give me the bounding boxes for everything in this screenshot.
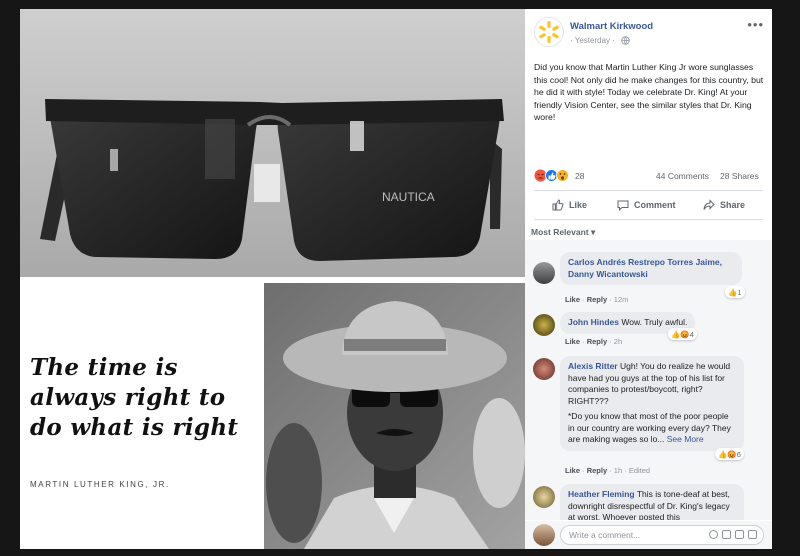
comment-meta: Like · Reply · 1h · Edited — [565, 466, 651, 475]
post-panel: Walmart Kirkwood · Yesterday · ••• Did y… — [525, 9, 772, 549]
comment-button-label: Comment — [634, 200, 676, 210]
avatar[interactable] — [533, 486, 555, 508]
comment-time[interactable]: 1h — [614, 466, 622, 475]
comment-time[interactable]: 2h — [614, 337, 622, 346]
comments-list: Carlos Andrés Restrepo Torres Jaime, Dan… — [525, 240, 772, 520]
like-reaction-icon: 👍 — [718, 449, 728, 459]
comments-count-link[interactable]: 44 Comments — [656, 171, 709, 181]
reaction-count: 28 — [575, 171, 585, 181]
angry-reaction-icon: 😡 — [727, 449, 737, 459]
post-timestamp[interactable]: · Yesterday · — [570, 36, 615, 45]
shares-count-link[interactable]: 28 Shares — [720, 171, 759, 181]
like-button-label: Like — [569, 200, 588, 210]
comment-meta: Like · Reply · 2h — [565, 337, 623, 346]
angry-reaction-icon: 😡 — [680, 329, 690, 339]
comment-button[interactable]: Comment — [617, 195, 676, 215]
comment-author-link[interactable]: Alexis Ritter — [568, 361, 618, 371]
share-button-label: Share — [720, 200, 746, 210]
post-text: Did you know that Martin Luther King Jr … — [534, 62, 764, 123]
comment-bubble-icon — [617, 200, 629, 211]
sticker-icon[interactable] — [748, 530, 757, 539]
see-more-link[interactable]: See More — [667, 434, 704, 444]
comment-text: Wow. Truly awful. — [621, 317, 688, 327]
quote-card: The time is always right to do what is r… — [20, 283, 258, 549]
page-name-link[interactable]: Walmart Kirkwood — [570, 21, 653, 32]
like-reaction-icon: 👍 — [728, 287, 738, 297]
emoji-icon[interactable] — [709, 530, 718, 539]
sunglasses-photo: NAUTICA — [20, 9, 525, 277]
comment-reaction-count: 1 — [737, 287, 742, 297]
quote-text: The time is always right to do what is r… — [30, 354, 239, 441]
reaction-icons — [534, 169, 569, 182]
comment-reply-link[interactable]: Reply — [587, 466, 607, 475]
camera-icon[interactable] — [722, 530, 731, 539]
divider — [534, 219, 763, 220]
lens-brand-text: NAUTICA — [382, 190, 435, 204]
comment-like-link[interactable]: Like — [565, 466, 580, 475]
comment-reactions[interactable]: 👍 😡 6 — [715, 448, 744, 460]
comment-sort-dropdown[interactable]: Most Relevant ▾ — [531, 227, 595, 238]
comment-like-link[interactable]: Like — [565, 295, 580, 304]
portrait-photo — [264, 283, 525, 549]
reaction-summary[interactable]: 28 44 Comments 28 Shares — [534, 169, 764, 183]
comment-edited[interactable]: Edited — [629, 466, 650, 475]
avatar[interactable] — [533, 358, 555, 380]
comment-text-continued: *Do you know that most of the poor peopl… — [568, 411, 736, 446]
comment-reaction-count: 4 — [689, 329, 694, 339]
comment-author-link[interactable]: Heather Fleming — [568, 489, 635, 499]
comment-text-2: *Do you know that most of the poor peopl… — [568, 411, 731, 444]
avatar — [533, 524, 555, 546]
comment-like-link[interactable]: Like — [565, 337, 580, 346]
comment-meta: Like · Reply · 12m — [565, 295, 629, 304]
comment-reply-link[interactable]: Reply — [587, 295, 607, 304]
thumbs-up-icon — [552, 199, 564, 211]
share-button[interactable]: Share — [703, 195, 745, 215]
post-image[interactable]: NAUTICA The time is always right to do w… — [20, 9, 525, 549]
comment-reactions[interactable]: 👍 😡 4 — [668, 328, 697, 340]
angry-reaction-icon — [534, 169, 547, 182]
like-reaction-icon: 👍 — [671, 329, 681, 339]
comment-reaction-count: 6 — [736, 449, 741, 459]
avatar[interactable] — [533, 262, 555, 284]
comment-author-link[interactable]: John Hindes — [568, 317, 619, 327]
post-header: Walmart Kirkwood · Yesterday · ••• — [525, 9, 772, 54]
share-arrow-icon — [703, 199, 715, 210]
comment-author-link[interactable]: Carlos Andrés Restrepo Torres — [568, 257, 693, 267]
more-options-icon[interactable]: ••• — [747, 17, 764, 32]
comment-bubble: Heather Fleming This is tone-deaf at bes… — [560, 484, 744, 520]
comment-composer: Write a comment... — [525, 521, 772, 549]
comment-sort-label: Most Relevant — [531, 227, 589, 237]
globe-icon — [621, 36, 630, 45]
like-button[interactable]: Like — [552, 195, 587, 215]
divider — [534, 190, 763, 191]
gif-icon[interactable] — [735, 530, 744, 539]
walmart-logo-icon[interactable] — [534, 17, 564, 47]
comment-reply-link[interactable]: Reply — [587, 337, 607, 346]
write-comment-placeholder: Write a comment... — [569, 530, 641, 540]
comment-time[interactable]: 12m — [614, 295, 629, 304]
comment-reactions[interactable]: 👍 1 — [725, 286, 745, 298]
screen: NAUTICA The time is always right to do w… — [0, 0, 800, 556]
avatar[interactable] — [533, 314, 555, 336]
quote-author: MARTIN LUTHER KING, JR. — [30, 480, 170, 489]
composer-icons — [709, 530, 757, 539]
comment-bubble: Carlos Andrés Restrepo Torres Jaime, Dan… — [560, 252, 742, 285]
comment-bubble: Alexis Ritter Ugh! You do realize he wou… — [560, 356, 744, 451]
write-comment-input[interactable]: Write a comment... — [560, 525, 764, 545]
post-timestamp-text: Yesterday — [574, 36, 611, 45]
chevron-down-icon: ▾ — [591, 227, 596, 237]
